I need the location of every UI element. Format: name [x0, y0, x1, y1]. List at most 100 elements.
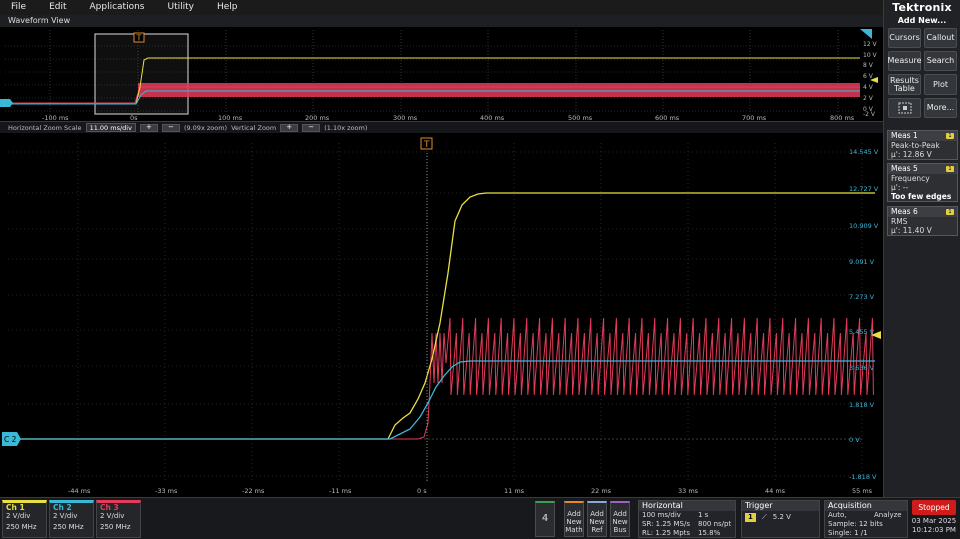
ch1-trace — [8, 192, 875, 440]
meas-5-source: 1 — [946, 166, 954, 172]
menu-utility[interactable]: Utility — [156, 0, 205, 15]
svg-text:C 2: C 2 — [4, 435, 17, 444]
meas-1-badge[interactable]: Meas 1 1 Peak-to-Peak μ': 12.86 V — [887, 130, 958, 160]
meas-5-type: Frequency — [891, 174, 930, 183]
main-y-tick: 3.636 V — [849, 364, 875, 372]
main-x-tick: 55 ms — [852, 487, 873, 495]
add-new-ref-button[interactable]: Add New Ref — [587, 501, 607, 537]
zoom-box-button[interactable] — [888, 98, 921, 118]
meas-6-badge[interactable]: Meas 6 1 RMS μ': 11.40 V — [887, 206, 958, 236]
overview-ch2-marker — [0, 99, 13, 107]
overview-title: Waveform View — [0, 15, 883, 27]
ch3-name: Ch 3 — [100, 503, 119, 512]
plot-button[interactable]: Plot — [924, 74, 957, 95]
meas-6-source: 1 — [946, 209, 954, 215]
overview-x-tick: 600 ms — [655, 114, 680, 122]
measure-button[interactable]: Measure — [888, 51, 922, 71]
vzoom-label: Vertical Zoom — [231, 123, 277, 132]
acquisition-sample: Sample: 12 bits — [828, 520, 883, 528]
trigger-level: 5.2 V — [772, 513, 791, 521]
cursors-button[interactable]: Cursors — [888, 28, 921, 48]
trigger-source: 1 — [745, 513, 756, 522]
main-x-tick: -11 ms — [329, 487, 352, 495]
run-stop-button[interactable]: Stopped — [912, 500, 956, 515]
hzoom-minus-button[interactable]: − — [161, 123, 180, 132]
horizontal-badge[interactable]: Horizontal 100 ms/div 1 s SR: 1.25 MS/s 80… — [638, 500, 736, 538]
overview-x-tick: 0s — [130, 114, 138, 122]
vzoom-minus-button[interactable]: − — [302, 123, 321, 132]
meas-5-title: Meas 5 — [891, 164, 918, 173]
results-table-button[interactable]: Results Table — [888, 74, 921, 95]
more-button[interactable]: More... — [924, 98, 957, 118]
overview-y-tick: 10 V — [863, 52, 878, 59]
time-label: 10:12:03 PM — [912, 526, 956, 534]
rising-edge-icon: ⟋ — [761, 513, 767, 521]
main-x-tick: -22 ms — [242, 487, 265, 495]
hzoom-plus-button[interactable]: + — [139, 123, 158, 132]
meas-1-source: 1 — [946, 133, 954, 139]
main-waveform-panel: T C 2 -44 ms -33 ms -22 ms -11 ms 0 s 11 ms 22… — [0, 133, 883, 497]
acquisition-title: Acquisition — [825, 501, 907, 511]
menu-edit[interactable]: Edit — [38, 0, 78, 15]
meas-5-badge[interactable]: Meas 5 1 Frequency μ': -- Too few edges — [887, 163, 958, 202]
overview-x-tick: 300 ms — [393, 114, 418, 122]
main-y-tick: 1.818 V — [849, 401, 875, 409]
menu-help[interactable]: Help — [206, 0, 250, 15]
add-new-math-button[interactable]: Add New Math — [564, 501, 584, 537]
ch2-bandwidth: 250 MHz — [53, 523, 84, 531]
hzoom-value[interactable]: 11.00 ms/div — [85, 123, 136, 132]
search-button[interactable]: Search — [924, 51, 957, 71]
overview-x-tick: 500 ms — [568, 114, 593, 122]
overview-y-tick: 2 V — [863, 95, 874, 102]
overview-x-tick: 800 ms — [830, 114, 855, 122]
vzoom-plus-button[interactable]: + — [280, 123, 299, 132]
acquisition-badge[interactable]: Acquisition Auto, Analyze Sample: 12 bits… — [824, 500, 908, 538]
add-new-grid: Cursors Callout Measure Search Results T… — [884, 28, 960, 118]
main-y-tick: 12.727 V — [849, 185, 879, 193]
ch3-badge[interactable]: Ch 3 2 V/div 250 MHz — [96, 500, 141, 538]
main-y-tick: 9.091 V — [849, 258, 875, 266]
overview-plot[interactable]: T -100 ms 0s 100 ms 200 ms 300 ms 400 ms 500 m… — [0, 27, 883, 122]
right-panel: Tektronix Add New... Cursors Callout Mea… — [883, 0, 960, 497]
ch1-scale: 2 V/div — [6, 512, 31, 520]
ch2-scale: 2 V/div — [53, 512, 78, 520]
trigger-badge[interactable]: Trigger 1 ⟋ 5.2 V — [741, 500, 820, 538]
meas-5-value: μ': -- — [891, 183, 909, 192]
add-new-bus-button[interactable]: Add New Bus — [610, 501, 630, 537]
main-y-tick: -1.818 V — [849, 473, 877, 481]
overview-y-tick: 4 V — [863, 84, 874, 91]
overview-ch3-band — [138, 83, 860, 97]
overview-y-tick: -2 V — [863, 111, 876, 118]
main-x-tick: 22 ms — [591, 487, 612, 495]
date-label: 03 Mar 2025 — [911, 517, 957, 525]
acquisition-analyze: Analyze — [874, 511, 902, 519]
overview-panel: Waveform View T -100 ms 0s 100 ms 200 ms 300… — [0, 15, 883, 122]
main-y-tick: 14.545 V — [849, 148, 879, 156]
menu-applications[interactable]: Applications — [79, 0, 157, 15]
meas-1-title: Meas 1 — [891, 131, 918, 140]
callout-button[interactable]: Callout — [924, 28, 957, 48]
meas-6-value: μ': 11.40 V — [891, 226, 932, 235]
brand-logo: Tektronix — [892, 1, 952, 14]
meas-6-type: RMS — [891, 217, 908, 226]
trigger-title: Trigger — [742, 501, 819, 511]
trigger-marker: T — [420, 137, 433, 150]
meas-5-warning: Too few edges — [891, 192, 952, 201]
channel-4-button[interactable]: 4 — [535, 501, 555, 537]
ch2-badge[interactable]: Ch 2 2 V/div 250 MHz — [49, 500, 94, 538]
menu-file[interactable]: File — [0, 0, 38, 15]
horizontal-scale: 100 ms/div — [642, 511, 681, 519]
ch1-badge[interactable]: Ch 1 2 V/div 250 MHz — [2, 500, 47, 538]
ch2-name: Ch 2 — [53, 503, 72, 512]
overview-x-tick: 200 ms — [305, 114, 330, 122]
main-x-tick: 44 ms — [765, 487, 786, 495]
overview-y-tick: 8 V — [863, 62, 874, 69]
main-x-tick: 0 s — [417, 487, 427, 495]
acquisition-mode: Auto, — [828, 511, 847, 519]
ch3-scale: 2 V/div — [100, 512, 125, 520]
main-x-tick: 11 ms — [504, 487, 525, 495]
main-y-tick: 10.909 V — [849, 222, 879, 230]
main-plot[interactable]: T C 2 -44 ms -33 ms -22 ms -11 ms 0 s 11 ms 22… — [0, 133, 883, 497]
ch1-name: Ch 1 — [6, 503, 25, 512]
horizontal-pt: 800 ns/pt — [698, 520, 732, 528]
